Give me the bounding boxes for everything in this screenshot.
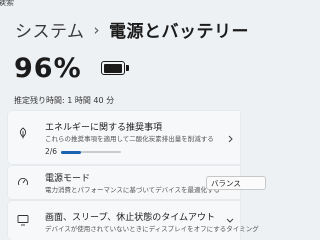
chevron-down-icon[interactable]	[226, 216, 234, 224]
breadcrumb-separator: ›	[93, 20, 100, 39]
energy-recommendations-description: これらの推奨事項を適用して二酸化炭素排出量を削減する	[45, 135, 214, 143]
energy-recommendations-card[interactable]: エネルギーに関する推奨事項 これらの推奨事項を適用して二酸化炭素排出量を削減する…	[8, 111, 240, 164]
power-mode-description: 電力消費とパフォーマンスに基づいてデバイスを最適化する	[45, 186, 220, 194]
breadcrumb: システム › 電源とバッテリー	[15, 17, 249, 43]
screen-sleep-timeout-card[interactable]: 画面、スリープ、休止状態のタイムアウト デバイスが使用されていないときにディスプ…	[8, 201, 259, 240]
battery-icon	[101, 61, 131, 77]
recommendations-progress-fill	[61, 150, 81, 154]
energy-recommendations-title: エネルギーに関する推奨事項	[45, 123, 163, 133]
top-strip: 検索	[0, 0, 240, 8]
chevron-right-icon[interactable]	[226, 135, 234, 143]
power-mode-select[interactable]: バランス	[206, 176, 266, 190]
recommendations-progress-bar	[61, 150, 121, 154]
screen-sleep-title: 画面、スリープ、休止状態のタイムアウト	[45, 213, 216, 223]
search-box-label[interactable]: 検索	[0, 0, 14, 8]
page-title: 電源とバッテリー	[109, 22, 249, 42]
battery-level-fill	[103, 63, 122, 73]
breadcrumb-parent[interactable]: システム	[15, 17, 85, 42]
battery-remaining-time: 推定残り時間: 1 時間 40 分	[14, 96, 115, 105]
leaf-icon	[19, 127, 27, 139]
monitor-icon	[17, 215, 29, 226]
screen-sleep-description: デバイスが使用されていないときにディスプレイをオフにするタイミング	[45, 225, 259, 233]
recommendations-progress-label: 2/6	[45, 147, 58, 156]
battery-percentage: 96%	[14, 53, 82, 84]
power-mode-icon	[18, 178, 28, 186]
power-mode-title: 電源モード	[45, 174, 91, 184]
power-mode-card: 電源モード 電力消費とパフォーマンスに基づいてデバイスを最適化する バランス	[8, 166, 266, 199]
